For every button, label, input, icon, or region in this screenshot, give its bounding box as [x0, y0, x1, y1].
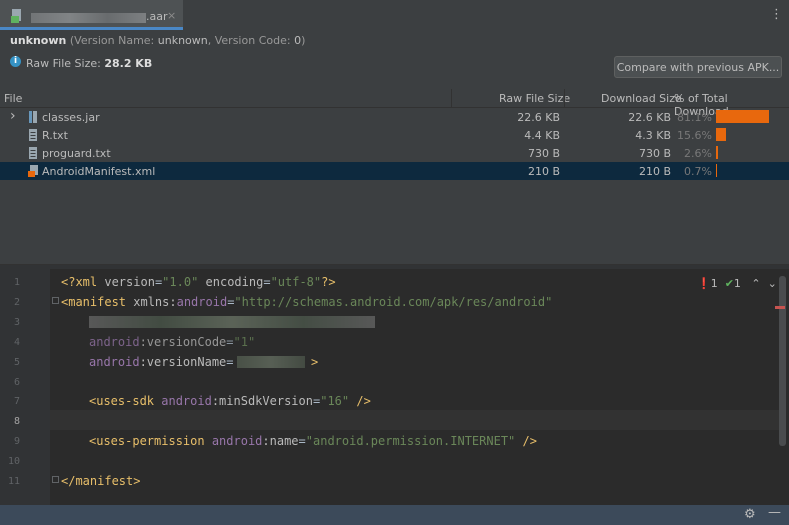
download-size-cell: 730 B — [638, 147, 671, 160]
raw-size-cell: 210 B — [527, 165, 560, 178]
previous-highlight-icon[interactable]: ⌃ — [751, 277, 760, 290]
expand-chevron-icon[interactable]: › — [10, 109, 16, 123]
percent-cell: 2.6% — [684, 147, 712, 160]
percent-bar — [716, 164, 717, 177]
column-header-raw-size[interactable]: Raw File Size — [499, 92, 570, 105]
code-line-4: android:versionCode="1" — [89, 335, 256, 349]
code-line-1: <?xml version="1.0" encoding="utf-8"?> — [61, 275, 336, 289]
tab-close-icon[interactable]: × — [167, 9, 176, 22]
download-size-cell: 22.6 KB — [628, 111, 671, 124]
tab-filename-redacted — [31, 13, 146, 23]
line-number: 10 — [7, 456, 20, 468]
xml-file-icon — [28, 165, 38, 177]
line-number: 11 — [7, 476, 20, 487]
archive-file-icon — [11, 9, 21, 23]
line-number: 1 — [13, 277, 20, 288]
code-line-5: android:versionName= — [89, 355, 234, 369]
version-code: 0 — [294, 34, 302, 47]
raw-file-size-value: 28.2 KB — [104, 57, 153, 70]
download-size-cell: 4.3 KB — [635, 129, 671, 142]
column-header-download-size[interactable]: Download Size — [601, 92, 682, 105]
vertical-scrollbar[interactable] — [779, 276, 786, 446]
line-number: 5 — [13, 356, 20, 368]
line-number: 4 — [13, 336, 20, 348]
ok-count: 1 — [733, 277, 741, 290]
tab-file-extension: .aar — [146, 10, 168, 23]
fold-marker-icon[interactable] — [52, 476, 59, 483]
error-marker[interactable] — [775, 306, 785, 309]
line-number: 6 — [13, 376, 20, 388]
text-file-icon — [29, 147, 37, 159]
error-icon: ❗ — [697, 277, 711, 290]
code-line-2: <manifest xmlns:android="http://schemas.… — [61, 295, 553, 309]
line-number: 9 — [13, 436, 20, 448]
line-number: 2 — [13, 296, 20, 308]
percent-bar — [716, 128, 727, 141]
minimize-icon[interactable]: — — [768, 505, 781, 520]
download-size-cell: 210 B — [638, 165, 671, 178]
fold-marker-icon[interactable] — [52, 297, 59, 304]
more-options-icon[interactable]: ⋮ — [770, 8, 783, 22]
compare-apk-button[interactable]: Compare with previous APK... — [614, 56, 782, 78]
next-highlight-icon[interactable]: ⌄ — [768, 277, 777, 290]
file-name: proguard.txt — [42, 147, 111, 160]
jar-icon — [29, 111, 37, 123]
package-name: unknown — [10, 34, 67, 47]
raw-size-cell: 730 B — [527, 147, 560, 160]
code-line-5-end: > — [311, 355, 319, 369]
file-name: R.txt — [42, 129, 68, 142]
raw-size-cell: 4.4 KB — [524, 129, 560, 142]
check-icon: ✔ — [724, 277, 734, 290]
percent-bar — [716, 146, 718, 159]
column-separator — [564, 89, 565, 107]
error-count: 1 — [710, 277, 718, 290]
redacted-code — [237, 356, 305, 368]
code-line-7: <uses-sdk android:minSdkVersion="16" /> — [89, 394, 371, 408]
file-name: classes.jar — [42, 111, 100, 124]
info-icon: i — [10, 56, 21, 67]
column-header-file[interactable]: File — [4, 92, 22, 105]
raw-size-cell: 22.6 KB — [517, 111, 560, 124]
package-title: unknown (Version Name: unknown, Version … — [10, 34, 306, 47]
gear-icon[interactable]: ⚙ — [744, 507, 756, 522]
line-number: 8 — [13, 416, 20, 428]
inspection-widget[interactable]: ❗1 ✔1 ⌃ ⌄ — [697, 277, 777, 290]
column-separator — [451, 89, 452, 107]
percent-cell: 81.1% — [677, 111, 712, 124]
percent-cell: 0.7% — [684, 165, 712, 178]
redacted-code — [89, 316, 375, 328]
bottom-status-bar — [0, 505, 789, 525]
code-line-9: <uses-permission android:name="android.p… — [89, 434, 537, 448]
line-number: 3 — [13, 316, 20, 328]
file-name: AndroidManifest.xml — [42, 165, 156, 178]
percent-cell: 15.6% — [677, 129, 712, 142]
version-name: unknown — [157, 34, 208, 47]
percent-bar — [716, 110, 769, 123]
code-line-11: </manifest> — [61, 474, 141, 488]
raw-file-size: Raw File Size: 28.2 KB — [26, 57, 153, 70]
current-line-highlight — [50, 410, 780, 430]
text-file-icon — [29, 129, 37, 141]
line-number: 7 — [13, 396, 20, 408]
